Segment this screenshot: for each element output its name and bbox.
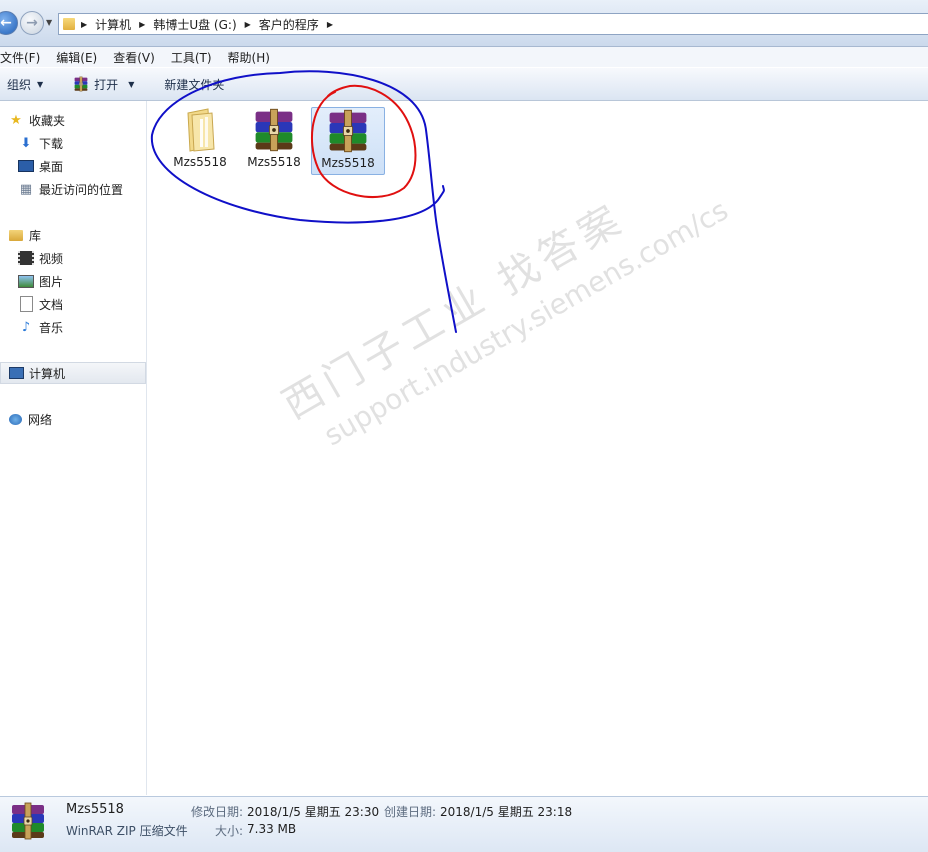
address-bar-area: ← → ▼ ▶ 计算机 ▶ 韩博士U盘 (G:) ▶ 客户的程序 ▶ xyxy=(0,0,928,47)
back-button[interactable]: ← xyxy=(0,11,18,35)
nav-documents[interactable]: 文档 xyxy=(0,293,146,315)
winrar-icon xyxy=(73,76,89,92)
nav-music[interactable]: ♪ 音乐 xyxy=(0,316,146,338)
modified-date-label: 修改日期: xyxy=(191,805,244,819)
created-date-value: 2018/1/5 星期五 23:18 xyxy=(440,805,573,819)
nav-favorites[interactable]: ★ 收藏夹 xyxy=(0,109,146,131)
file-item-archive[interactable]: Mzs5518 xyxy=(237,107,311,175)
network-icon xyxy=(7,411,23,427)
breadcrumb-usb-drive[interactable]: ▶ 韩博士U盘 (G:) xyxy=(139,16,236,33)
organize-button[interactable]: 组织 ▼ xyxy=(7,76,43,93)
forward-button[interactable]: → xyxy=(20,11,44,35)
nav-recent-places[interactable]: ▦ 最近访问的位置 xyxy=(0,178,146,200)
picture-icon xyxy=(18,273,34,289)
chevron-right-icon[interactable]: ▶ xyxy=(139,20,145,29)
music-note-icon: ♪ xyxy=(21,319,31,335)
arrow-right-icon: → xyxy=(26,15,38,31)
created-date-label: 创建日期: xyxy=(384,805,437,819)
folder-icon xyxy=(187,108,215,152)
nav-libraries[interactable]: 库 xyxy=(0,224,146,246)
open-button[interactable]: 打开 ▼ xyxy=(73,76,134,93)
library-icon xyxy=(8,227,24,243)
menu-bar: 文件(F) 编辑(E) 查看(V) 工具(T) 帮助(H) xyxy=(0,47,928,67)
dropdown-arrow-icon: ▼ xyxy=(128,79,135,89)
nav-downloads[interactable]: ⬇ 下载 xyxy=(0,132,146,154)
winrar-archive-icon xyxy=(251,107,297,153)
download-folder-icon: ⬇ xyxy=(20,135,32,151)
menu-help[interactable]: 帮助(H) xyxy=(228,49,278,66)
navigation-pane: ★ 收藏夹 ⬇ 下载 桌面 ▦ 最近访问的位置 库 视频 图片 文档 ♪ 音乐 … xyxy=(0,101,147,795)
breadcrumb-customer-programs[interactable]: ▶ 客户的程序 ▶ xyxy=(245,16,341,33)
menu-view[interactable]: 查看(V) xyxy=(113,49,163,66)
video-icon xyxy=(18,250,34,266)
winrar-archive-icon xyxy=(325,108,371,154)
desktop-icon xyxy=(18,158,34,174)
winrar-archive-icon xyxy=(8,801,48,841)
file-item-folder[interactable]: Mzs5518 xyxy=(163,107,237,175)
menu-tools[interactable]: 工具(T) xyxy=(171,49,220,66)
chevron-right-icon[interactable]: ▶ xyxy=(245,20,251,29)
history-dropdown-icon[interactable]: ▼ xyxy=(46,18,52,27)
chevron-right-icon[interactable]: ▶ xyxy=(327,20,333,29)
dropdown-arrow-icon: ▼ xyxy=(37,79,44,89)
size-label: 大小: xyxy=(215,824,244,838)
nav-pictures[interactable]: 图片 xyxy=(0,270,146,292)
arrow-left-icon: ← xyxy=(0,15,12,31)
command-bar: 组织 ▼ 打开 ▼ 新建文件夹 xyxy=(0,68,928,101)
size-value: 7.33 MB xyxy=(247,822,297,836)
file-list: Mzs5518 Mzs5518 Mzs5518 xyxy=(147,101,928,795)
selected-file-name: Mzs5518 xyxy=(66,802,124,817)
nav-desktop[interactable]: 桌面 xyxy=(0,155,146,177)
recent-places-icon: ▦ xyxy=(19,181,33,197)
selected-file-type: WinRAR ZIP 压缩文件 xyxy=(66,824,188,838)
file-item-archive-selected[interactable]: Mzs5518 xyxy=(311,107,385,175)
nav-videos[interactable]: 视频 xyxy=(0,247,146,269)
nav-network[interactable]: 网络 xyxy=(0,408,146,430)
nav-computer[interactable]: 计算机 xyxy=(0,362,146,384)
chevron-right-icon[interactable]: ▶ xyxy=(81,20,87,29)
details-pane: Mzs5518 WinRAR ZIP 压缩文件 修改日期: 2018/1/5 星… xyxy=(0,796,928,852)
star-icon: ★ xyxy=(10,112,22,128)
address-bar[interactable]: ▶ 计算机 ▶ 韩博士U盘 (G:) ▶ 客户的程序 ▶ xyxy=(58,13,928,35)
folder-icon xyxy=(63,18,75,30)
menu-edit[interactable]: 编辑(E) xyxy=(56,49,105,66)
computer-icon xyxy=(8,365,24,381)
new-folder-button[interactable]: 新建文件夹 xyxy=(164,76,224,93)
document-icon xyxy=(18,296,34,312)
modified-date-value: 2018/1/5 星期五 23:30 xyxy=(247,805,380,819)
breadcrumb-computer[interactable]: ▶ 计算机 xyxy=(81,16,131,33)
menu-file[interactable]: 文件(F) xyxy=(0,49,48,66)
